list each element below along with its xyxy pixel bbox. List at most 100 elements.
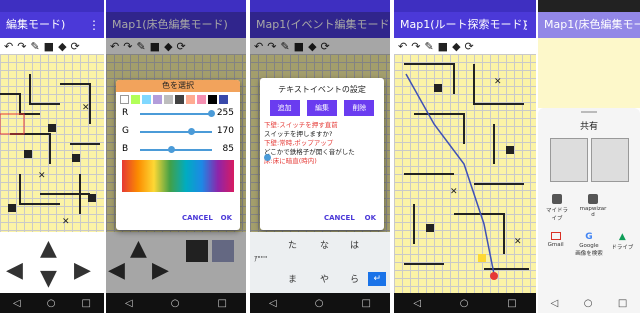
direction-controls: ▲ ◀ ▼ ▶ — [0, 232, 104, 293]
map-grid[interactable]: ✕ ✕ ✕ — [394, 54, 536, 293]
home-icon[interactable]: ○ — [315, 298, 324, 309]
key[interactable]: は — [350, 238, 359, 251]
r-label: R — [122, 108, 129, 118]
recents-icon[interactable]: □ — [362, 298, 371, 309]
list-item[interactable]: 下壁:スイッチを押す直前 — [264, 121, 380, 130]
arrow-down-icon[interactable]: ▼ — [40, 266, 57, 291]
color-swatch[interactable] — [186, 95, 195, 104]
enter-key[interactable]: ↵ — [368, 272, 386, 286]
status-bar — [538, 0, 640, 12]
share-target[interactable]: Gmail — [540, 232, 571, 257]
square-icon[interactable]: ■ — [44, 40, 54, 53]
map-grid[interactable]: ✕ ✕ ✕ — [0, 54, 104, 232]
undo-icon[interactable]: ↶ — [398, 40, 407, 53]
app-bar: Map1(ルート探索モード) ⋮ — [394, 12, 536, 38]
list-item[interactable]: 床:床に暗直(時内) — [264, 157, 380, 166]
share-target-label: mapwizar d — [579, 206, 607, 218]
undo-icon[interactable]: ↶ — [4, 40, 13, 53]
color-swatch[interactable] — [131, 95, 140, 104]
r-slider-track[interactable] — [140, 113, 212, 115]
refresh-icon[interactable]: ⟳ — [465, 40, 474, 53]
color-swatch[interactable] — [164, 95, 173, 104]
back-icon[interactable]: ◁ — [13, 298, 21, 309]
color-swatch[interactable] — [120, 95, 129, 104]
square-icon[interactable]: ■ — [438, 40, 448, 53]
key[interactable]: た — [288, 238, 297, 251]
share-target[interactable]: ▲ ドライブ — [607, 232, 638, 257]
event-list: 下壁:スイッチを押す直前 スイッチを押しますか? 下壁:常時,ポップアップ どこ… — [260, 121, 384, 166]
cancel-button[interactable]: CANCEL — [182, 214, 213, 222]
refresh-icon[interactable]: ⟳ — [71, 40, 80, 53]
fill-icon[interactable]: ◆ — [452, 40, 460, 53]
g-slider-track[interactable] — [140, 131, 212, 133]
pencil-icon[interactable]: ✎ — [30, 40, 39, 53]
nav-bar: ◁ ○ □ — [538, 293, 640, 313]
back-icon[interactable]: ◁ — [125, 298, 133, 309]
r-slider-thumb[interactable] — [208, 110, 215, 117]
key[interactable]: な — [320, 238, 329, 251]
keyboard: た な は ま や ら ｱ""" ↵ — [250, 232, 390, 293]
text-cursor-icon — [264, 154, 271, 161]
map-grid — [538, 38, 640, 108]
back-icon[interactable]: ◁ — [269, 298, 277, 309]
cancel-button[interactable]: CANCEL — [324, 214, 355, 222]
preset-colors — [116, 92, 240, 107]
overflow-menu-icon[interactable]: ⋮ — [88, 12, 100, 38]
key[interactable]: ら — [350, 272, 359, 285]
key[interactable]: ｱ""" — [254, 254, 267, 264]
back-icon[interactable]: ◁ — [551, 298, 559, 309]
r-value: 255 — [216, 108, 234, 118]
share-target[interactable]: マイドラ イブ — [542, 194, 572, 222]
overflow-menu-icon[interactable]: ⋮ — [520, 12, 532, 38]
app-bar: Map1(床色編集モード) — [538, 12, 640, 38]
panel-share-sheet: Map1(床色編集モード) 共有 マイドラ イブ mapwizar d Gmai… — [538, 0, 640, 313]
list-item[interactable]: どこかで鉄格子が開く音がした — [264, 148, 380, 157]
list-item[interactable]: 下壁:常時,ポップアップ — [264, 139, 380, 148]
b-slider-track[interactable] — [140, 149, 212, 151]
recents-icon[interactable]: □ — [618, 298, 627, 309]
status-bar — [0, 0, 104, 12]
page-title: 編集モード) — [6, 18, 66, 31]
pencil-icon[interactable]: ✎ — [424, 40, 433, 53]
add-button[interactable]: 追加 — [269, 100, 300, 116]
gmail-icon — [550, 232, 561, 240]
key[interactable]: ま — [288, 272, 297, 285]
nav-bar: ◁ ○ □ — [394, 293, 536, 313]
color-swatch[interactable] — [142, 95, 151, 104]
redo-icon[interactable]: ↷ — [411, 40, 420, 53]
recents-icon[interactable]: □ — [82, 298, 91, 309]
delete-button[interactable]: 削除 — [344, 100, 375, 116]
b-slider-thumb[interactable] — [168, 146, 175, 153]
recents-icon[interactable]: □ — [218, 298, 227, 309]
share-target[interactable]: mapwizar d — [578, 194, 608, 222]
ok-button[interactable]: OK — [221, 214, 232, 222]
edit-button[interactable]: 編集 — [306, 100, 337, 116]
ok-button[interactable]: OK — [365, 214, 376, 222]
home-icon[interactable]: ○ — [47, 298, 56, 309]
maze-walls: ✕ ✕ ✕ — [404, 63, 529, 280]
drive-icon: ▲ — [618, 232, 626, 242]
home-icon[interactable]: ○ — [460, 298, 469, 309]
list-item[interactable]: スイッチを押しますか? — [264, 130, 380, 139]
arrow-up-icon[interactable]: ▲ — [40, 236, 57, 261]
redo-icon[interactable]: ↷ — [17, 40, 26, 53]
g-slider-thumb[interactable] — [188, 128, 195, 135]
back-icon[interactable]: ◁ — [413, 298, 421, 309]
color-swatch[interactable] — [219, 95, 228, 104]
recents-icon[interactable]: □ — [507, 298, 516, 309]
arrow-left-icon[interactable]: ◀ — [6, 258, 23, 283]
color-swatch[interactable] — [197, 95, 206, 104]
color-swatch[interactable] — [208, 95, 217, 104]
slider-b: B 85 — [122, 144, 234, 156]
color-swatch[interactable] — [175, 95, 184, 104]
key[interactable]: や — [320, 272, 329, 285]
arrow-right-icon[interactable]: ▶ — [74, 258, 91, 283]
share-target[interactable]: G Google 画像を検索 — [573, 232, 604, 257]
sheet-handle — [581, 111, 597, 113]
home-icon[interactable]: ○ — [584, 298, 593, 309]
color-swatch[interactable] — [153, 95, 162, 104]
svg-text:✕: ✕ — [62, 217, 70, 227]
color-palette-grid[interactable] — [122, 160, 234, 192]
fill-icon[interactable]: ◆ — [58, 40, 66, 53]
home-icon[interactable]: ○ — [171, 298, 180, 309]
